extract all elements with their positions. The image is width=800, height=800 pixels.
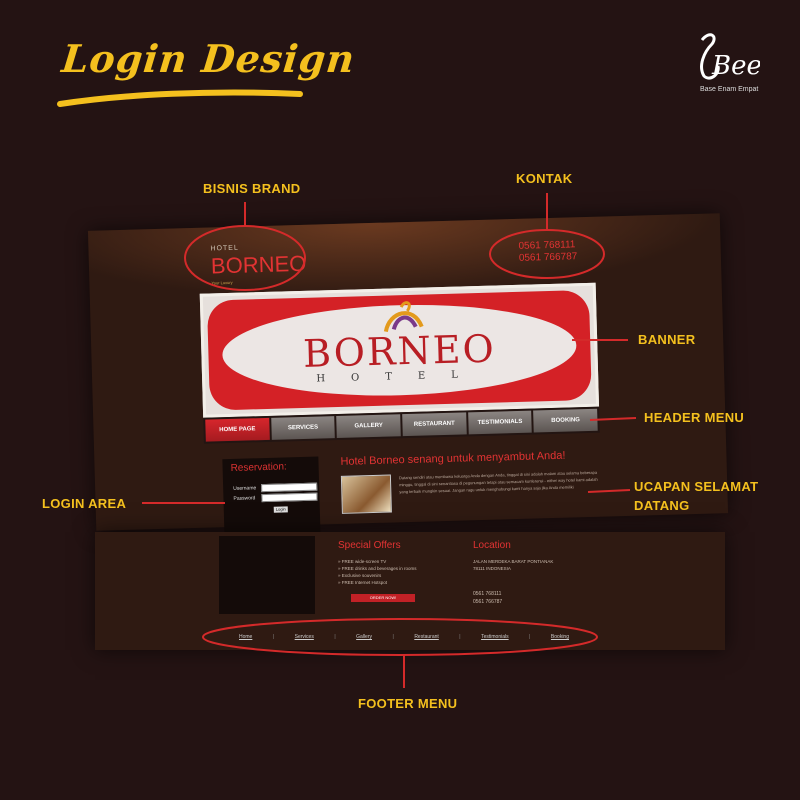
- annotation-header-menu: HEADER MENU: [644, 410, 745, 425]
- contact-highlight-ellipse: [489, 229, 605, 279]
- annotation-footer: FOOTER MENU: [358, 696, 458, 711]
- brand-highlight-ellipse: [184, 225, 306, 291]
- annotation-overlay: [142, 193, 637, 688]
- annotation-brand: BISNIS BRAND: [203, 181, 301, 196]
- annotation-login: LOGIN AREA: [42, 496, 127, 511]
- header-menu-leader-line: [589, 417, 637, 421]
- greeting-leader-line: [587, 489, 631, 493]
- footer-highlight-ellipse: [202, 618, 598, 656]
- annotation-banner: BANNER: [638, 332, 696, 347]
- annotation-contact: KONTAK: [516, 171, 573, 186]
- annotation-greeting-line1: UCAPAN SELAMAT: [634, 479, 759, 494]
- annotation-greeting-line2: DATANG: [634, 498, 690, 513]
